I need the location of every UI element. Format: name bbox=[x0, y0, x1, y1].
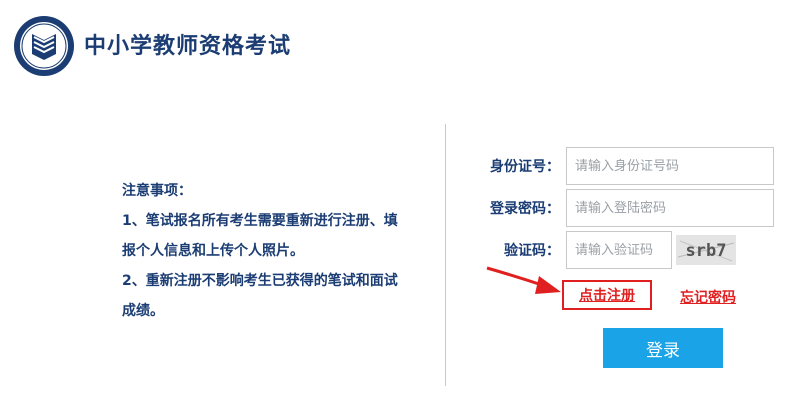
notice-line: 2、重新注册不影响考生已获得的笔试和面试 bbox=[122, 273, 398, 289]
id-number-label: 身份证号： bbox=[490, 159, 560, 175]
register-link[interactable]: 点击注册 bbox=[579, 285, 635, 305]
login-button[interactable]: 登录 bbox=[603, 328, 723, 368]
forgot-password-link[interactable]: 忘记密码 bbox=[680, 287, 736, 307]
notice-heading: 注意事项： bbox=[122, 183, 192, 199]
password-label: 登录密码： bbox=[490, 201, 560, 217]
register-highlight-box: 点击注册 bbox=[562, 280, 652, 310]
notice-line: 成绩。 bbox=[122, 303, 164, 319]
book-shield-emblem-icon bbox=[14, 16, 74, 76]
captcha-image[interactable]: srb7 bbox=[676, 235, 736, 265]
notice-panel: 注意事项： 1、笔试报名所有考生需要重新进行注册、填 报个人信息和上传个人照片。… bbox=[122, 176, 432, 326]
captcha-text: srb7 bbox=[686, 241, 727, 261]
password-input[interactable] bbox=[566, 189, 774, 227]
password-row: 登录密码： bbox=[470, 189, 774, 227]
id-number-row: 身份证号： bbox=[470, 147, 774, 185]
notice-line: 报个人信息和上传个人照片。 bbox=[122, 243, 304, 259]
captcha-input[interactable] bbox=[566, 231, 672, 269]
captcha-label: 验证码： bbox=[504, 243, 560, 259]
id-number-input[interactable] bbox=[566, 147, 774, 185]
red-arrow-icon bbox=[486, 266, 561, 294]
notice-line: 1、笔试报名所有考生需要重新进行注册、填 bbox=[122, 213, 398, 229]
site-title: 中小学教师资格考试 bbox=[84, 34, 292, 59]
vertical-divider bbox=[445, 124, 446, 386]
